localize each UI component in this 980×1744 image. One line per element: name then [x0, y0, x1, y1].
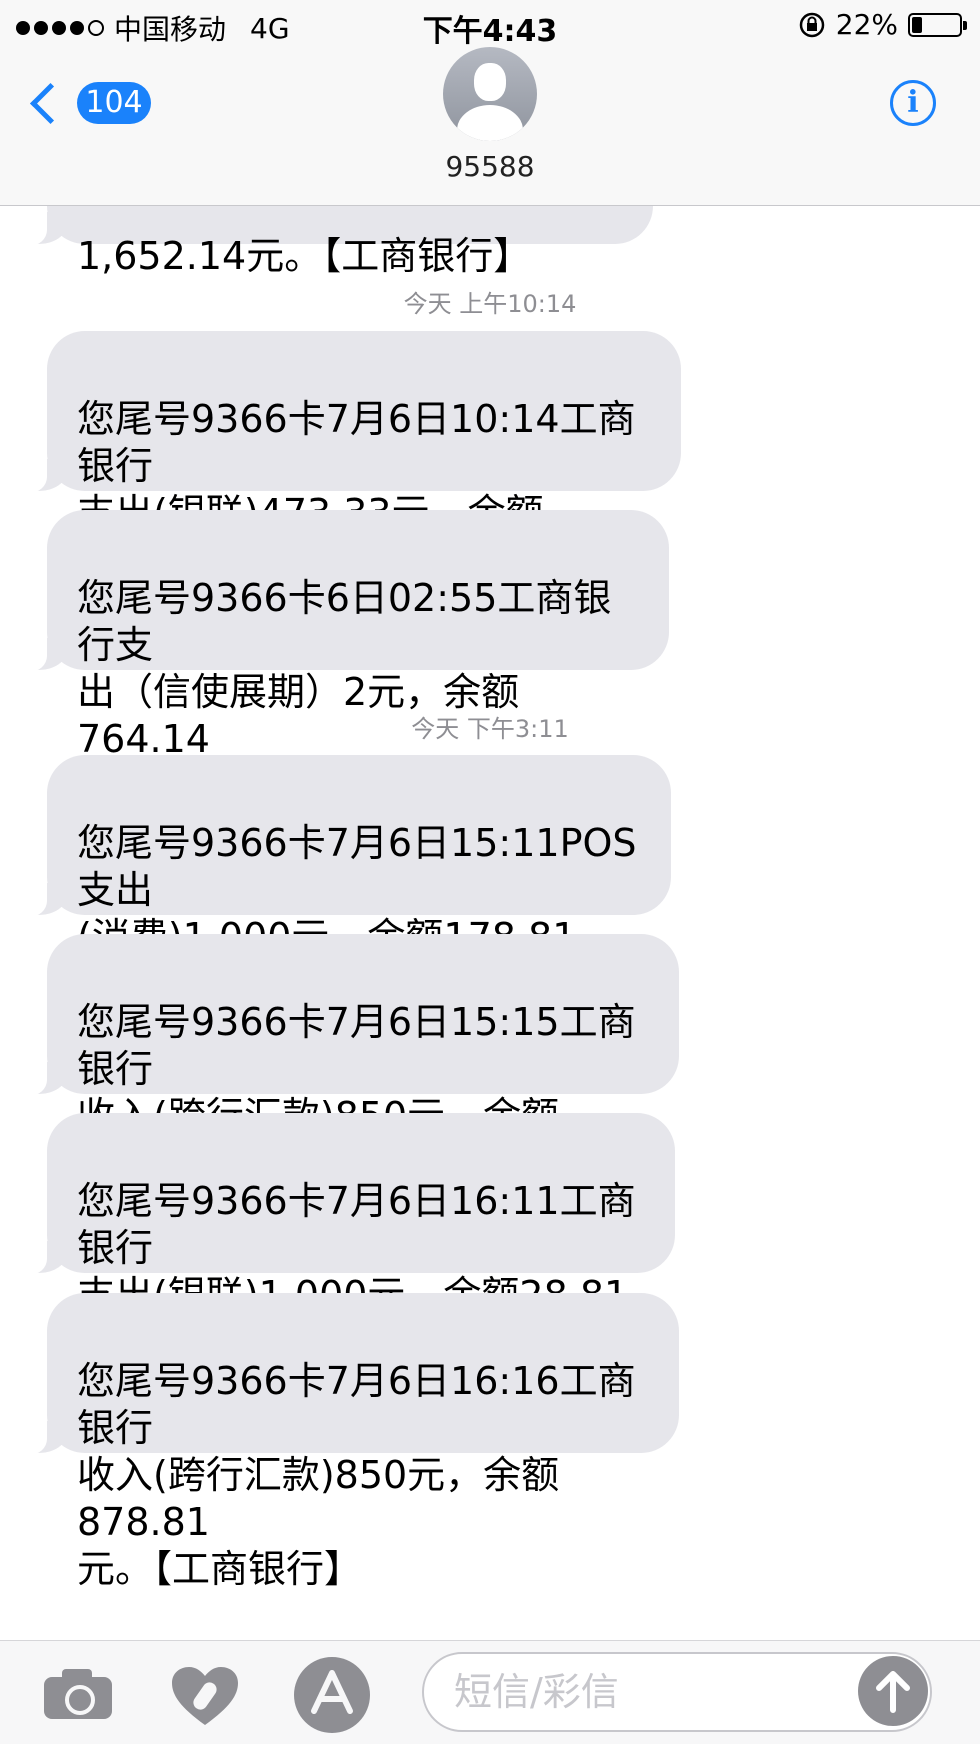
- camera-icon[interactable]: [44, 1669, 112, 1719]
- send-arrow-icon: [876, 1671, 910, 1713]
- message-input[interactable]: 短信/彩信: [422, 1652, 932, 1732]
- contact-name[interactable]: 95588: [0, 150, 980, 183]
- app-store-icon[interactable]: [292, 1655, 372, 1735]
- timestamp: 今天 上午10:14: [403, 290, 577, 318]
- battery-percent: 22%: [835, 8, 898, 41]
- send-button[interactable]: [858, 1656, 928, 1726]
- message-text: 1,652.14元。【工商银行】: [77, 234, 532, 278]
- message-text: 您尾号9366卡7月6日16:16工商银行 收入(跨行汇款)850元，余额878…: [77, 1359, 636, 1591]
- message-list[interactable]: 1,652.14元。【工商银行】 今天 上午10:14 您尾号9366卡7月6日…: [0, 0, 980, 1743]
- status-right: 22%: [798, 8, 967, 41]
- message-bubble[interactable]: 您尾号9366卡7月6日15:15工商银行 收入(跨行汇款)850元，余额 1,…: [23, 934, 679, 1185]
- avatar-body: [457, 105, 523, 141]
- timestamp: 今天 下午3:11: [411, 715, 569, 743]
- message-bubble[interactable]: 您尾号9366卡7月6日15:11POS支出 (消费)1,000元，余额178.…: [23, 755, 671, 1053]
- rotation-lock-icon: [799, 12, 825, 37]
- unread-count-badge: 104: [77, 82, 151, 124]
- message-bubble[interactable]: 您尾号9366卡7月6日16:16工商银行 收入(跨行汇款)850元，余额878…: [23, 1293, 679, 1591]
- info-icon[interactable]: i: [890, 80, 936, 126]
- compose-bar: 短信/彩信: [0, 1640, 980, 1744]
- message-bubble[interactable]: 您尾号9366卡7月6日16:11工商银行 支出(银联)1,000元，余额28.…: [23, 1113, 675, 1411]
- digital-touch-icon[interactable]: [170, 1665, 240, 1727]
- battery-icon: [908, 12, 967, 37]
- message-bubble[interactable]: 您尾号9366卡6日02:55工商银行支 出（信使展期）2元，余额764.14 …: [23, 510, 669, 808]
- message-bubble[interactable]: 您尾号9366卡7月6日10:14工商银行 支出(银联)473.33元，余额1,…: [23, 331, 681, 629]
- status-bar: 中国移动 4G 下午4:43 22%: [0, 0, 980, 50]
- avatar-head: [474, 63, 506, 101]
- battery-level: [912, 16, 922, 33]
- chevron-left-icon: [29, 82, 72, 124]
- back-button[interactable]: 104: [26, 82, 151, 124]
- contact-avatar[interactable]: [443, 47, 537, 141]
